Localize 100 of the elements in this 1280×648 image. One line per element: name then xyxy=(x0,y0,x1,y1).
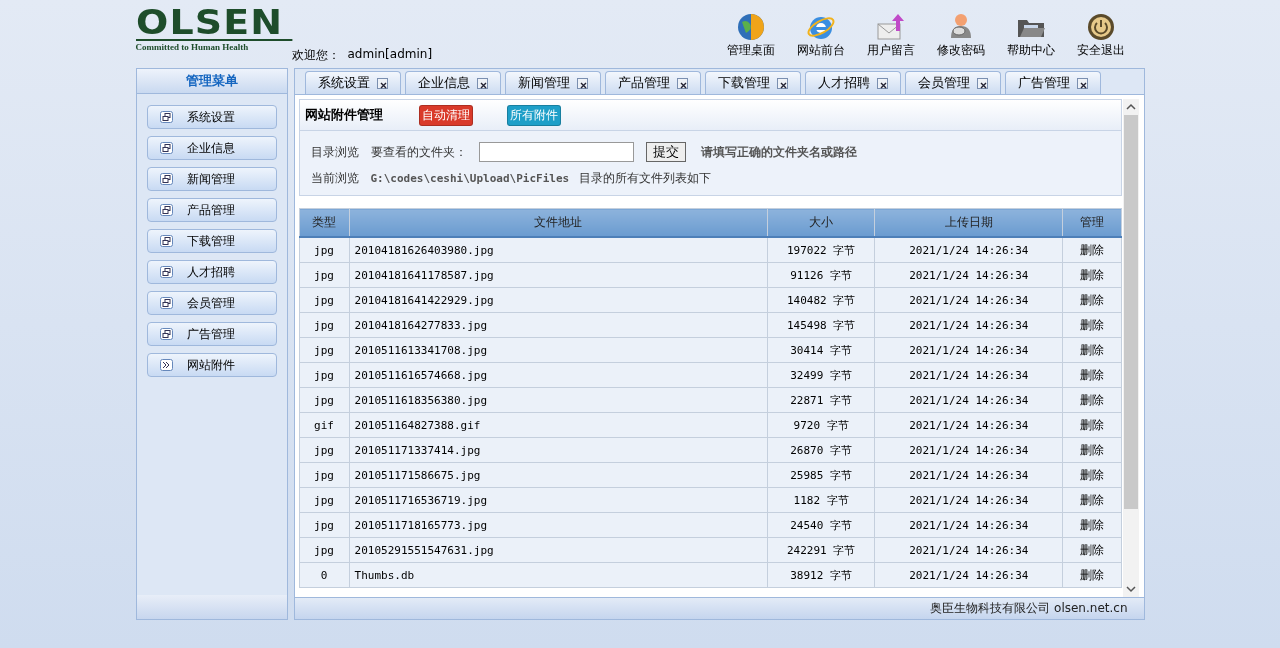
top-menu-item[interactable]: 安全退出 xyxy=(1066,12,1135,59)
tab[interactable]: 人才招聘 xyxy=(804,71,901,94)
table-cell: jpg xyxy=(299,287,350,313)
table-cell: 22871 字节 xyxy=(767,387,875,413)
logo-tagline: Committed to Human Health xyxy=(135,42,250,52)
table-cell: 2021/1/24 14:26:34 xyxy=(874,487,1063,513)
close-icon[interactable] xyxy=(876,77,888,89)
sidebar-item[interactable]: 会员管理 xyxy=(146,291,277,315)
tab[interactable]: 系统设置 xyxy=(304,71,401,94)
browse-label: 目录浏览 xyxy=(310,143,359,161)
table-cell: 2010418164277833.jpg xyxy=(349,312,768,338)
close-icon[interactable] xyxy=(976,77,988,89)
envelope-icon xyxy=(875,12,906,42)
sidebar-title: 管理菜单 xyxy=(136,69,287,94)
close-icon[interactable] xyxy=(376,77,388,89)
tab[interactable]: 产品管理 xyxy=(604,71,701,94)
table-cell: 2021/1/24 14:26:34 xyxy=(874,337,1063,363)
folder-label: 要查看的文件夹： xyxy=(370,143,467,161)
tab[interactable]: 广告管理 xyxy=(1004,71,1101,94)
table-cell: Thumbs.db xyxy=(349,562,768,588)
table-cell: 38912 字节 xyxy=(767,562,875,588)
submit-button[interactable]: 提交 xyxy=(645,142,686,162)
folder-input[interactable] xyxy=(478,142,634,162)
close-icon[interactable] xyxy=(1076,77,1088,89)
table-cell: 25985 字节 xyxy=(767,462,875,488)
top-menu-item[interactable]: 管理桌面 xyxy=(716,12,785,59)
table-cell: jpg xyxy=(299,387,350,413)
footer-text: 奥臣生物科技有限公司 olsen.net.cn xyxy=(930,600,1128,617)
table-cell: 24540 字节 xyxy=(767,512,875,538)
globe-icon xyxy=(735,12,766,42)
current-suffix: 目录的所有文件列表如下 xyxy=(579,169,712,187)
table-cell: jpg xyxy=(299,362,350,388)
power-icon xyxy=(1085,12,1116,42)
current-path: G:\codes\ceshi\Upload\PicFiles xyxy=(370,171,570,185)
table-cell: 2021/1/24 14:26:34 xyxy=(874,237,1063,263)
table-cell: gif xyxy=(299,412,350,438)
top-menu-item[interactable]: 用户留言 xyxy=(856,12,925,59)
top-menu-item[interactable]: 帮助中心 xyxy=(996,12,1065,59)
table-cell: 20104181626403980.jpg xyxy=(349,237,768,263)
table-cell: 2021/1/24 14:26:34 xyxy=(874,362,1063,388)
table-cell: 2010511718165773.jpg xyxy=(349,512,768,538)
table-cell: 26870 字节 xyxy=(767,437,875,463)
table-cell: 2010511613341708.jpg xyxy=(349,337,768,363)
table-cell: 2010511616574668.jpg xyxy=(349,362,768,388)
column-header: 文件地址 xyxy=(349,208,768,237)
column-header: 管理 xyxy=(1062,208,1121,237)
sidebar-item[interactable]: 下载管理 xyxy=(146,229,277,253)
table-cell: 2021/1/24 14:26:34 xyxy=(874,512,1063,538)
close-icon[interactable] xyxy=(576,77,588,89)
table-cell: jpg xyxy=(299,312,350,338)
table-cell: 2021/1/24 14:26:34 xyxy=(874,437,1063,463)
tab[interactable]: 下载管理 xyxy=(704,71,801,94)
table-cell: 2010511618356380.jpg xyxy=(349,387,768,413)
table-cell: 91126 字节 xyxy=(767,262,875,288)
tab[interactable]: 会员管理 xyxy=(904,71,1001,94)
table-cell: 201051171337414.jpg xyxy=(349,437,768,463)
table-cell: 2021/1/24 14:26:34 xyxy=(874,537,1063,563)
table-cell: jpg xyxy=(299,237,350,263)
sidebar-item[interactable]: 系统设置 xyxy=(146,105,277,129)
logo-wordmark: OLSEN xyxy=(135,9,292,41)
scrollbar[interactable] xyxy=(1122,99,1139,597)
table-cell: jpg xyxy=(299,462,350,488)
table-cell: 201051171586675.jpg xyxy=(349,462,768,488)
sidebar-item[interactable]: 企业信息 xyxy=(146,136,277,160)
close-icon[interactable] xyxy=(476,77,488,89)
table-cell: 145498 字节 xyxy=(767,312,875,338)
column-header: 上传日期 xyxy=(874,208,1063,237)
table-cell: 30414 字节 xyxy=(767,337,875,363)
close-icon[interactable] xyxy=(676,77,688,89)
column-header: 类型 xyxy=(299,208,350,237)
table-cell: 140482 字节 xyxy=(767,287,875,313)
hint-text: 请填写正确的文件夹名或路径 xyxy=(700,143,857,161)
table-cell: 2021/1/24 14:26:34 xyxy=(874,312,1063,338)
table-cell: jpg xyxy=(299,537,350,563)
table-cell: 0 xyxy=(299,562,350,588)
table-cell: 20105291551547631.jpg xyxy=(349,537,768,563)
sidebar-item[interactable]: 广告管理 xyxy=(146,322,277,346)
sidebar-item[interactable]: 新闻管理 xyxy=(146,167,277,191)
table-cell: jpg xyxy=(299,337,350,363)
sidebar-item[interactable]: 人才招聘 xyxy=(146,260,277,284)
column-header: 大小 xyxy=(767,208,875,237)
tab[interactable]: 企业信息 xyxy=(404,71,501,94)
top-menu-item[interactable]: 修改密码 xyxy=(926,12,995,59)
close-icon[interactable] xyxy=(776,77,788,89)
table-cell: 2021/1/24 14:26:34 xyxy=(874,562,1063,588)
table-cell: 2021/1/24 14:26:34 xyxy=(874,412,1063,438)
table-cell: 20104181641422929.jpg xyxy=(349,287,768,313)
table-cell: 201051164827388.gif xyxy=(349,412,768,438)
table-cell: 9720 字节 xyxy=(767,412,875,438)
table-cell: jpg xyxy=(299,512,350,538)
table-cell: 242291 字节 xyxy=(767,537,875,563)
sidebar-item[interactable]: 产品管理 xyxy=(146,198,277,222)
sidebar-item[interactable]: 网站附件 xyxy=(146,353,277,377)
table-cell: 2021/1/24 14:26:34 xyxy=(874,462,1063,488)
table-cell: 32499 字节 xyxy=(767,362,875,388)
action-button[interactable]: 自动清理 xyxy=(418,104,473,126)
table-cell: 2021/1/24 14:26:34 xyxy=(874,287,1063,313)
top-menu-item[interactable]: 网站前台 xyxy=(786,12,855,59)
table-cell: jpg xyxy=(299,487,350,513)
tab[interactable]: 新闻管理 xyxy=(504,71,601,94)
